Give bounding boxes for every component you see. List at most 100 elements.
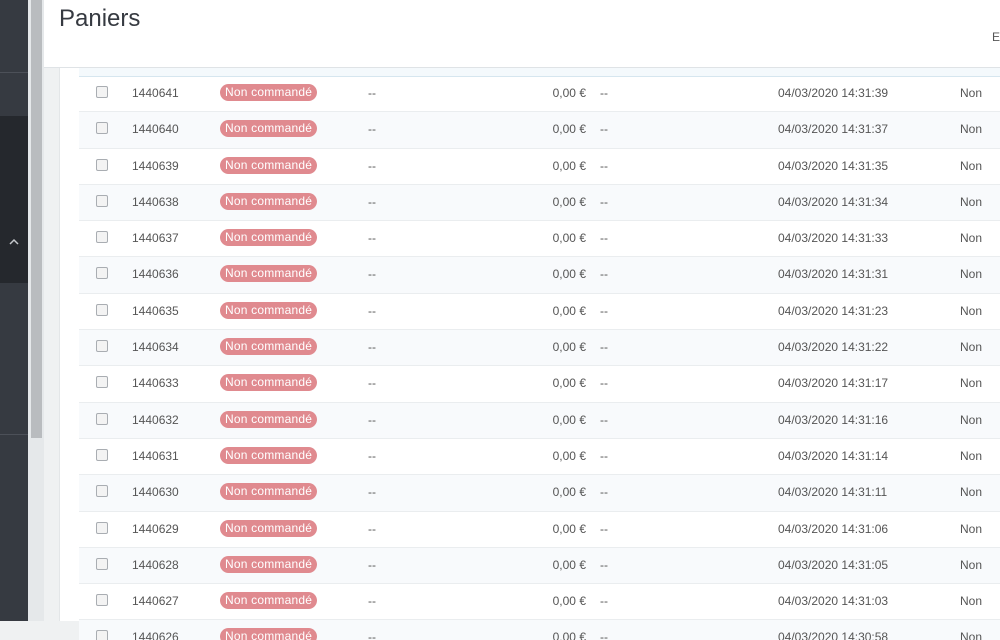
row-select-checkbox[interactable] (96, 122, 108, 135)
date-cell: 04/03/2020 14:31:35 (778, 158, 889, 173)
cart-id-cell: 1440628 (132, 557, 179, 572)
cart-id-cell: 1440634 (132, 340, 179, 355)
online-cell: Non (960, 630, 983, 640)
status-badge: Non commandé (220, 192, 318, 210)
customer-cell: -- (368, 412, 376, 427)
date-cell: 04/03/2020 14:31:03 (778, 594, 889, 609)
customer-cell: -- (368, 340, 376, 355)
status-badge: Non commandé (220, 483, 318, 501)
total-cell: 0,00 € (552, 231, 586, 246)
customer-cell: -- (368, 231, 376, 246)
row-select-checkbox[interactable] (96, 340, 108, 353)
cart-id-cell: 1440640 (132, 122, 179, 137)
status-badge: Non commandé (220, 301, 318, 319)
sidebar-active-section[interactable] (0, 116, 28, 283)
total-cell: 0,00 € (552, 158, 586, 173)
online-cell: Non (960, 267, 983, 282)
row-select-checkbox[interactable] (96, 412, 108, 425)
date-cell: 04/03/2020 14:31:16 (778, 412, 889, 427)
date-cell: 04/03/2020 14:31:22 (778, 340, 889, 355)
row-select-checkbox[interactable] (96, 231, 108, 244)
date-cell: 04/03/2020 14:31:05 (778, 557, 889, 572)
table-row[interactable]: 1440632 Non commandé -- 0,00 € -- 04/03/2020 … (79, 402, 1000, 439)
row-select-checkbox[interactable] (96, 594, 108, 607)
chevron-up-icon[interactable] (6, 234, 22, 250)
online-cell: Non (960, 521, 983, 536)
page-title: Paniers (59, 5, 141, 32)
row-select-checkbox[interactable] (96, 194, 108, 207)
table-row[interactable]: 1440639 Non commandé -- 0,00 € -- 04/03/2020 … (79, 149, 1000, 185)
carrier-cell: -- (600, 630, 608, 640)
online-cell: Non (960, 448, 983, 463)
sidebar-divider (0, 434, 28, 435)
row-select-checkbox[interactable] (96, 557, 108, 570)
carrier-cell: -- (600, 594, 608, 609)
cart-id-cell: 1440631 (132, 448, 179, 463)
table-row[interactable]: 1440637 Non commandé -- 0,00 € -- 04/03/2020 … (79, 221, 1000, 258)
cart-id-cell: 1440630 (132, 485, 179, 500)
date-cell: 04/03/2020 14:31:06 (778, 521, 889, 536)
online-cell: Non (960, 158, 983, 173)
row-select-checkbox[interactable] (96, 521, 108, 534)
header-toolbar-label-cut[interactable]: E (992, 30, 1000, 44)
total-cell: 0,00 € (552, 194, 586, 209)
table-row[interactable]: 1440629 Non commandé -- 0,00 € -- 04/03/2020 … (79, 512, 1000, 548)
status-badge: Non commandé (220, 592, 318, 610)
total-cell: 0,00 € (552, 485, 586, 500)
sidebar-scrollbar-thumb[interactable] (31, 0, 42, 438)
table-row[interactable]: 1440640 Non commandé -- 0,00 € -- 04/03/2020 … (79, 112, 1000, 149)
cart-id-cell: 1440635 (132, 303, 179, 318)
carrier-cell: -- (600, 86, 608, 100)
table-row[interactable]: 1440633 Non commandé -- 0,00 € -- 04/03/2020 … (79, 366, 1000, 403)
date-cell: 04/03/2020 14:30:58 (778, 630, 889, 640)
date-cell: 04/03/2020 14:31:39 (778, 86, 889, 100)
cart-id-cell: 1440626 (132, 630, 179, 640)
online-cell: Non (960, 376, 983, 391)
table-row[interactable]: 1440628 Non commandé -- 0,00 € -- 04/03/2020 … (79, 547, 1000, 585)
row-select-checkbox[interactable] (96, 303, 108, 316)
cart-id-cell: 1440638 (132, 194, 179, 209)
table-row[interactable]: 1440641 Non commandé -- 0,00 € -- 04/03/2020 … (79, 76, 1000, 113)
table-row[interactable]: 1440634 Non commandé -- 0,00 € -- 04/03/2020 … (79, 330, 1000, 367)
row-select-checkbox[interactable] (96, 86, 108, 98)
total-cell: 0,00 € (552, 630, 586, 640)
row-select-checkbox[interactable] (96, 376, 108, 389)
date-cell: 04/03/2020 14:31:11 (778, 485, 888, 500)
table-row[interactable]: 1440631 Non commandé -- 0,00 € -- 04/03/2020 … (79, 439, 1000, 476)
total-cell: 0,00 € (552, 557, 586, 572)
carrier-cell: -- (600, 485, 608, 500)
status-badge: Non commandé (220, 374, 318, 392)
row-select-checkbox[interactable] (96, 267, 108, 280)
date-cell: 04/03/2020 14:31:14 (778, 448, 889, 463)
table-row[interactable]: 1440627 Non commandé -- 0,00 € -- 04/03/2020 … (79, 584, 1000, 621)
status-badge: Non commandé (220, 519, 318, 537)
row-select-checkbox[interactable] (96, 448, 108, 461)
customer-cell: -- (368, 594, 376, 609)
date-cell: 04/03/2020 14:31:37 (778, 122, 889, 137)
cart-id-cell: 1440633 (132, 376, 179, 391)
table-row[interactable]: 1440636 Non commandé -- 0,00 € -- 04/03/2020 … (79, 257, 1000, 294)
cart-id-cell: 1440632 (132, 412, 179, 427)
carrier-cell: -- (600, 122, 608, 137)
table-row[interactable]: 1440626 Non commandé -- 0,00 € -- 04/03/2020 … (79, 620, 1000, 640)
table-row[interactable]: 1440630 Non commandé -- 0,00 € -- 04/03/2020 … (79, 475, 1000, 512)
carrier-cell: -- (600, 376, 608, 391)
total-cell: 0,00 € (552, 86, 586, 100)
row-select-checkbox[interactable] (96, 158, 108, 171)
table-row[interactable]: 1440638 Non commandé -- 0,00 € -- 04/03/2020 … (79, 184, 1000, 222)
date-cell: 04/03/2020 14:31:31 (778, 267, 889, 282)
customer-cell: -- (368, 557, 376, 572)
row-select-checkbox[interactable] (96, 630, 108, 640)
customer-cell: -- (368, 122, 376, 137)
customer-cell: -- (368, 630, 376, 640)
carrier-cell: -- (600, 158, 608, 173)
customer-cell: -- (368, 194, 376, 209)
online-cell: Non (960, 231, 983, 246)
carrier-cell: -- (600, 303, 608, 318)
cart-id-cell: 1440629 (132, 521, 179, 536)
total-cell: 0,00 € (552, 267, 586, 282)
date-cell: 04/03/2020 14:31:17 (778, 376, 889, 391)
row-select-checkbox[interactable] (96, 485, 108, 498)
table-row[interactable]: 1440635 Non commandé -- 0,00 € -- 04/03/2020 … (79, 294, 1000, 331)
carrier-cell: -- (600, 267, 608, 282)
